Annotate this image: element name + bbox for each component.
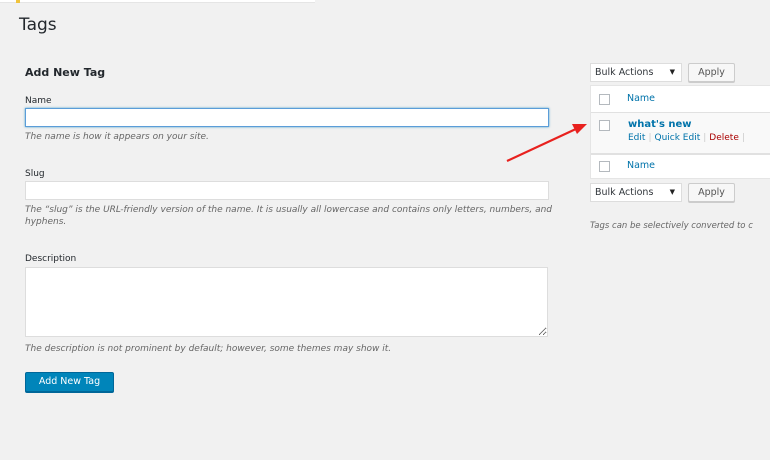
description-help-text: The description is not prominent by defa… — [25, 344, 392, 354]
select-all-checkbox-footer[interactable] — [599, 161, 610, 172]
apply-button-bottom[interactable]: Apply — [688, 183, 735, 202]
tags-table: Name what's new Edit | Quick Edit | Delete | … — [590, 85, 770, 179]
description-textarea[interactable] — [25, 267, 548, 337]
tag-name-link[interactable]: what's new — [628, 119, 692, 130]
name-help-text: The name is how it appears on your site. — [25, 132, 209, 142]
select-all-checkbox[interactable] — [599, 94, 610, 105]
slug-input[interactable] — [25, 181, 549, 200]
name-column-sort-link[interactable]: Name — [627, 93, 655, 104]
table-row: what's new Edit | Quick Edit | Delete | — [591, 113, 770, 154]
bulk-actions-label: Bulk Actions — [595, 187, 654, 198]
add-new-tag-button[interactable]: Add New Tag — [25, 372, 114, 392]
page-title: Tags — [19, 15, 57, 35]
description-label: Description — [25, 254, 77, 264]
slug-label: Slug — [25, 169, 45, 179]
name-input[interactable] — [25, 108, 549, 127]
table-footer-row: Name — [591, 154, 770, 179]
bulk-actions-select-top[interactable]: Bulk Actions ▼ — [590, 63, 682, 82]
edit-link[interactable]: Edit — [628, 133, 645, 143]
separator: | — [703, 133, 707, 143]
apply-button-top[interactable]: Apply — [688, 63, 735, 82]
name-column-sort-link-footer[interactable]: Name — [627, 160, 655, 171]
chevron-down-icon: ▼ — [669, 68, 675, 76]
arrow-head — [572, 124, 587, 134]
slug-help-text: The “slug” is the URL-friendly version o… — [25, 205, 553, 227]
table-header-row: Name — [591, 86, 770, 113]
chevron-down-icon: ▼ — [669, 188, 675, 196]
accent-mark — [16, 0, 20, 3]
name-label: Name — [25, 96, 52, 106]
row-checkbox[interactable] — [599, 120, 610, 131]
form-heading: Add New Tag — [25, 66, 106, 79]
top-toolbar-edge — [0, 0, 315, 3]
separator: | — [741, 133, 745, 143]
convert-tags-note: Tags can be selectively converted to c — [590, 221, 753, 231]
row-actions: Edit | Quick Edit | Delete | — [628, 133, 748, 143]
bulk-actions-label: Bulk Actions — [595, 67, 654, 78]
quick-edit-link[interactable]: Quick Edit — [654, 133, 700, 143]
delete-link[interactable]: Delete — [709, 133, 739, 143]
arrow-shaft — [506, 127, 579, 162]
bulk-actions-select-bottom[interactable]: Bulk Actions ▼ — [590, 183, 682, 202]
